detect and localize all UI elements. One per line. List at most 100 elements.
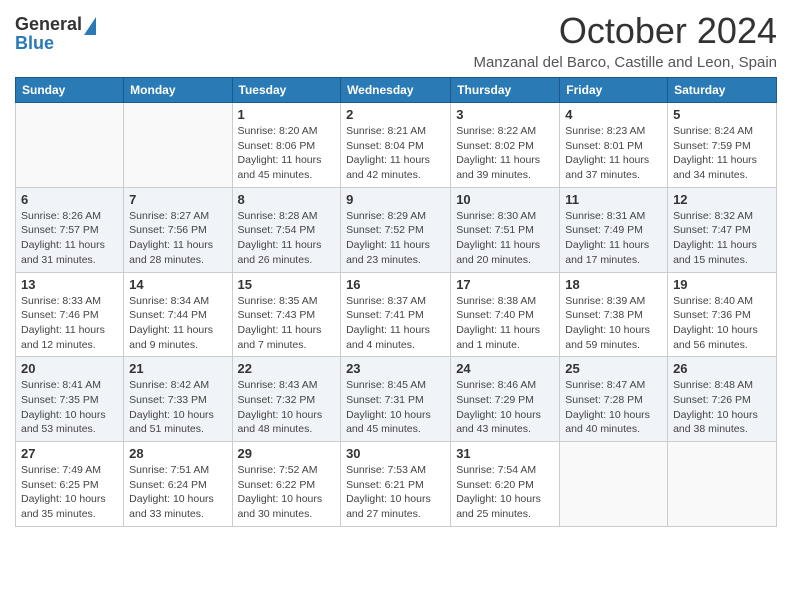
day-info: Sunrise: 8:23 AMSunset: 8:01 PMDaylight:… bbox=[565, 124, 662, 183]
day-info: Sunrise: 7:54 AMSunset: 6:20 PMDaylight:… bbox=[456, 463, 554, 522]
table-row: 5 Sunrise: 8:24 AMSunset: 7:59 PMDaylight… bbox=[668, 103, 777, 188]
logo: General Blue bbox=[15, 14, 96, 54]
logo-triangle-icon bbox=[84, 17, 96, 35]
day-number: 25 bbox=[565, 361, 662, 376]
table-row bbox=[124, 103, 232, 188]
day-number: 6 bbox=[21, 192, 118, 207]
day-info: Sunrise: 8:24 AMSunset: 7:59 PMDaylight:… bbox=[673, 124, 771, 183]
table-row: 12 Sunrise: 8:32 AMSunset: 7:47 PMDayligh… bbox=[668, 187, 777, 272]
day-info: Sunrise: 7:51 AMSunset: 6:24 PMDaylight:… bbox=[129, 463, 226, 522]
page-header: General Blue October 2024 Manzanal del B… bbox=[15, 10, 777, 71]
table-row bbox=[16, 103, 124, 188]
day-number: 1 bbox=[238, 107, 336, 122]
day-info: Sunrise: 8:43 AMSunset: 7:32 PMDaylight:… bbox=[238, 378, 336, 437]
table-row: 23Sunrise: 8:45 AMSunset: 7:31 PMDayligh… bbox=[341, 357, 451, 442]
day-info: Sunrise: 8:40 AMSunset: 7:36 PMDaylight:… bbox=[673, 294, 771, 353]
table-row: 31 Sunrise: 7:54 AMSunset: 6:20 PMDayligh… bbox=[451, 442, 560, 527]
day-number: 10 bbox=[456, 192, 554, 207]
day-number: 7 bbox=[129, 192, 226, 207]
table-row: 16Sunrise: 8:37 AMSunset: 7:41 PMDayligh… bbox=[341, 272, 451, 357]
day-number: 30 bbox=[346, 446, 445, 461]
table-row: 6 Sunrise: 8:26 AMSunset: 7:57 PMDaylight… bbox=[16, 187, 124, 272]
table-row: 25 Sunrise: 8:47 AMSunset: 7:28 PMDayligh… bbox=[560, 357, 668, 442]
day-info: Sunrise: 8:27 AMSunset: 7:56 PMDaylight:… bbox=[129, 209, 226, 268]
day-number: 3 bbox=[456, 107, 554, 122]
logo-general: General bbox=[15, 14, 82, 35]
table-row: 20Sunrise: 8:41 AMSunset: 7:35 PMDayligh… bbox=[16, 357, 124, 442]
table-row bbox=[560, 442, 668, 527]
day-info: Sunrise: 8:38 AMSunset: 7:40 PMDaylight:… bbox=[456, 294, 554, 353]
day-number: 9 bbox=[346, 192, 445, 207]
calendar-table: Sunday Monday Tuesday Wednesday Thursday… bbox=[15, 77, 777, 527]
day-number: 24 bbox=[456, 361, 554, 376]
table-row: 22Sunrise: 8:43 AMSunset: 7:32 PMDayligh… bbox=[232, 357, 341, 442]
calendar-week-row: 6 Sunrise: 8:26 AMSunset: 7:57 PMDaylight… bbox=[16, 187, 777, 272]
day-info: Sunrise: 8:48 AMSunset: 7:26 PMDaylight:… bbox=[673, 378, 771, 437]
table-row: 9 Sunrise: 8:29 AMSunset: 7:52 PMDaylight… bbox=[341, 187, 451, 272]
header-thursday: Thursday bbox=[451, 78, 560, 103]
day-info: Sunrise: 8:34 AMSunset: 7:44 PMDaylight:… bbox=[129, 294, 226, 353]
day-info: Sunrise: 8:41 AMSunset: 7:35 PMDaylight:… bbox=[21, 378, 118, 437]
day-info: Sunrise: 8:35 AMSunset: 7:43 PMDaylight:… bbox=[238, 294, 336, 353]
day-number: 17 bbox=[456, 277, 554, 292]
day-number: 19 bbox=[673, 277, 771, 292]
table-row: 10 Sunrise: 8:30 AMSunset: 7:51 PMDayligh… bbox=[451, 187, 560, 272]
day-number: 4 bbox=[565, 107, 662, 122]
table-row: 15 Sunrise: 8:35 AMSunset: 7:43 PMDayligh… bbox=[232, 272, 341, 357]
day-number: 5 bbox=[673, 107, 771, 122]
table-row: 7 Sunrise: 8:27 AMSunset: 7:56 PMDaylight… bbox=[124, 187, 232, 272]
table-row: 14 Sunrise: 8:34 AMSunset: 7:44 PMDayligh… bbox=[124, 272, 232, 357]
table-row: 19 Sunrise: 8:40 AMSunset: 7:36 PMDayligh… bbox=[668, 272, 777, 357]
calendar-header-row: Sunday Monday Tuesday Wednesday Thursday… bbox=[16, 78, 777, 103]
day-number: 8 bbox=[238, 192, 336, 207]
table-row: 18Sunrise: 8:39 AMSunset: 7:38 PMDayligh… bbox=[560, 272, 668, 357]
day-number: 26 bbox=[673, 361, 771, 376]
day-number: 11 bbox=[565, 192, 662, 207]
table-row: 1 Sunrise: 8:20 AMSunset: 8:06 PMDaylight… bbox=[232, 103, 341, 188]
table-row: 17 Sunrise: 8:38 AMSunset: 7:40 PMDayligh… bbox=[451, 272, 560, 357]
day-number: 13 bbox=[21, 277, 118, 292]
location-title: Manzanal del Barco, Castille and Leon, S… bbox=[473, 54, 777, 71]
day-number: 15 bbox=[238, 277, 336, 292]
day-number: 23 bbox=[346, 361, 445, 376]
table-row: 28Sunrise: 7:51 AMSunset: 6:24 PMDayligh… bbox=[124, 442, 232, 527]
table-row: 27 Sunrise: 7:49 AMSunset: 6:25 PMDayligh… bbox=[16, 442, 124, 527]
table-row: 30Sunrise: 7:53 AMSunset: 6:21 PMDayligh… bbox=[341, 442, 451, 527]
day-info: Sunrise: 8:31 AMSunset: 7:49 PMDaylight:… bbox=[565, 209, 662, 268]
day-number: 12 bbox=[673, 192, 771, 207]
day-number: 14 bbox=[129, 277, 226, 292]
table-row: 21Sunrise: 8:42 AMSunset: 7:33 PMDayligh… bbox=[124, 357, 232, 442]
day-number: 2 bbox=[346, 107, 445, 122]
table-row: 26 Sunrise: 8:48 AMSunset: 7:26 PMDayligh… bbox=[668, 357, 777, 442]
header-wednesday: Wednesday bbox=[341, 78, 451, 103]
day-info: Sunrise: 7:52 AMSunset: 6:22 PMDaylight:… bbox=[238, 463, 336, 522]
header-sunday: Sunday bbox=[16, 78, 124, 103]
day-number: 27 bbox=[21, 446, 118, 461]
table-row: 8Sunrise: 8:28 AMSunset: 7:54 PMDaylight… bbox=[232, 187, 341, 272]
table-row: 29 Sunrise: 7:52 AMSunset: 6:22 PMDayligh… bbox=[232, 442, 341, 527]
header-monday: Monday bbox=[124, 78, 232, 103]
day-number: 18 bbox=[565, 277, 662, 292]
day-info: Sunrise: 8:46 AMSunset: 7:29 PMDaylight:… bbox=[456, 378, 554, 437]
day-info: Sunrise: 8:22 AMSunset: 8:02 PMDaylight:… bbox=[456, 124, 554, 183]
table-row: 2Sunrise: 8:21 AMSunset: 8:04 PMDaylight… bbox=[341, 103, 451, 188]
calendar-week-row: 13 Sunrise: 8:33 AMSunset: 7:46 PMDayligh… bbox=[16, 272, 777, 357]
day-info: Sunrise: 8:26 AMSunset: 7:57 PMDaylight:… bbox=[21, 209, 118, 268]
calendar-week-row: 1 Sunrise: 8:20 AMSunset: 8:06 PMDaylight… bbox=[16, 103, 777, 188]
day-number: 29 bbox=[238, 446, 336, 461]
table-row: 4 Sunrise: 8:23 AMSunset: 8:01 PMDaylight… bbox=[560, 103, 668, 188]
table-row: 13 Sunrise: 8:33 AMSunset: 7:46 PMDayligh… bbox=[16, 272, 124, 357]
table-row: 3 Sunrise: 8:22 AMSunset: 8:02 PMDaylight… bbox=[451, 103, 560, 188]
header-tuesday: Tuesday bbox=[232, 78, 341, 103]
day-info: Sunrise: 8:29 AMSunset: 7:52 PMDaylight:… bbox=[346, 209, 445, 268]
day-info: Sunrise: 8:20 AMSunset: 8:06 PMDaylight:… bbox=[238, 124, 336, 183]
day-info: Sunrise: 8:33 AMSunset: 7:46 PMDaylight:… bbox=[21, 294, 118, 353]
day-info: Sunrise: 8:30 AMSunset: 7:51 PMDaylight:… bbox=[456, 209, 554, 268]
day-number: 16 bbox=[346, 277, 445, 292]
day-info: Sunrise: 8:47 AMSunset: 7:28 PMDaylight:… bbox=[565, 378, 662, 437]
day-info: Sunrise: 7:49 AMSunset: 6:25 PMDaylight:… bbox=[21, 463, 118, 522]
header-saturday: Saturday bbox=[668, 78, 777, 103]
day-info: Sunrise: 8:32 AMSunset: 7:47 PMDaylight:… bbox=[673, 209, 771, 268]
day-number: 31 bbox=[456, 446, 554, 461]
day-info: Sunrise: 8:42 AMSunset: 7:33 PMDaylight:… bbox=[129, 378, 226, 437]
